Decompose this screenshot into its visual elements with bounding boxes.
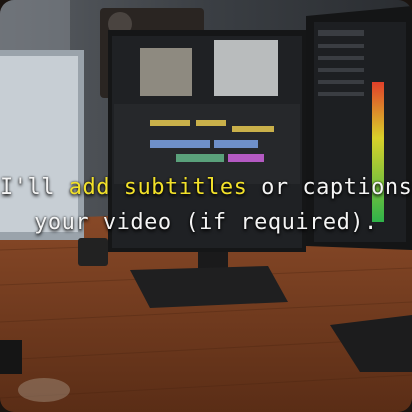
caption-highlight: add subtitles [68,175,248,200]
video-preview-left [140,48,192,96]
caption-line-2: your video (if required). [34,210,378,235]
video-preview-right [214,40,278,96]
keyboard-edge [0,340,22,374]
glass [18,378,70,402]
editing-desk-photo [0,0,412,412]
caption-line-1-end: or captions in [261,175,412,200]
caption-line-1-start: I'll [0,175,69,200]
caption-line-1: I'll add subtitles or captions in [0,174,412,202]
photo-frame: I'll add subtitles or captions in your v… [0,0,412,412]
monitor-stand-base [130,266,288,308]
desk-device [78,238,108,266]
